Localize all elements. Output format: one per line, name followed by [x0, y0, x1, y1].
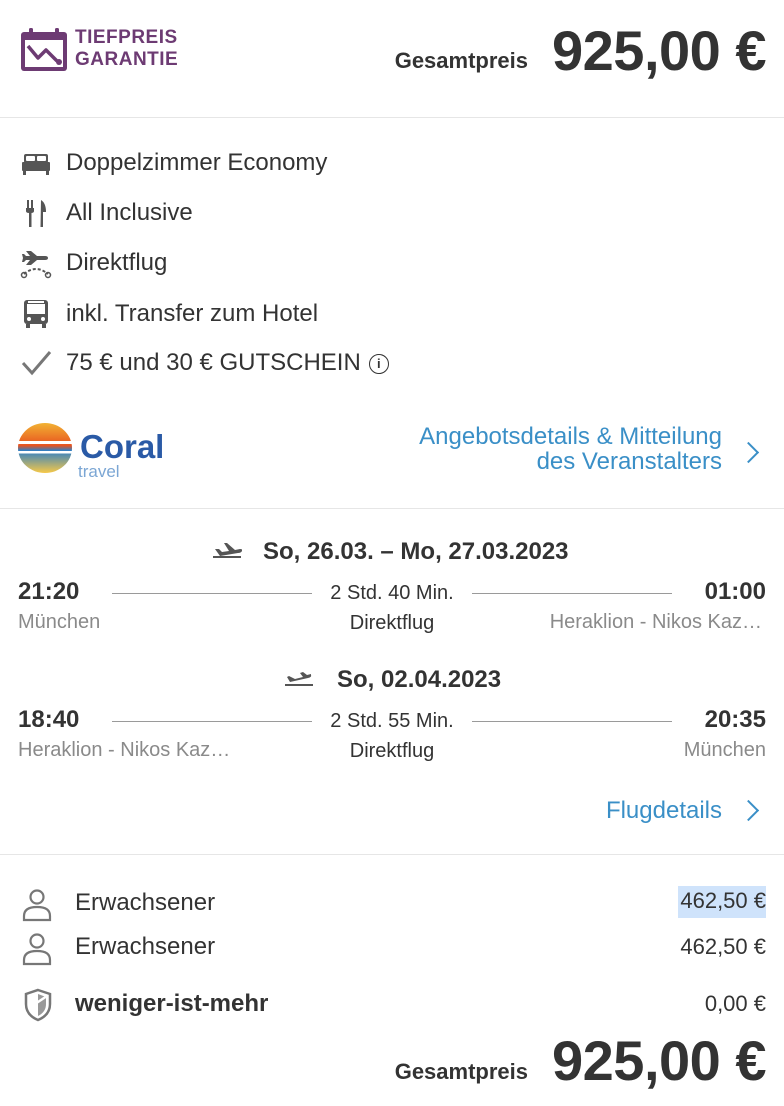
flight-details-link[interactable]: Flugdetails: [606, 797, 722, 825]
total-price-label: Gesamtpreis: [394, 48, 528, 73]
feature-room: Doppelzimmer Economy: [18, 145, 327, 181]
price-row-value: 462,50 €: [680, 934, 766, 959]
timeline: [112, 593, 312, 594]
feature-transfer-text: inkl. Transfer zum Hotel: [66, 300, 319, 327]
inbound-departure-time: 18:40: [18, 706, 80, 733]
outbound-duration: 2 Std. 40 Min.: [330, 582, 454, 604]
plane-return-icon: [284, 668, 314, 693]
info-icon[interactable]: i: [368, 354, 389, 374]
chevron-right-icon[interactable]: [737, 799, 760, 822]
price-row-label: Erwachsener: [75, 933, 216, 960]
checkmark-icon: [18, 345, 54, 381]
outbound-departure-time: 21:20: [18, 578, 80, 605]
feature-flight: Direktflug: [18, 245, 167, 281]
feature-voucher-text: 75 € und 30 € GUTSCHEIN: [66, 349, 361, 376]
divider: [0, 854, 784, 855]
operator-logo-name: Coral: [80, 428, 164, 465]
timeline: [472, 721, 672, 722]
inbound-date: So, 02.04.2023: [337, 666, 502, 693]
bus-icon: [18, 296, 54, 332]
feature-flight-text: Direktflug: [66, 249, 168, 276]
feature-board-text: All Inclusive: [66, 199, 193, 226]
feature-transfer: inkl. Transfer zum Hotel: [18, 296, 318, 332]
price-row-value: 0,00 €: [704, 991, 766, 1016]
outbound-arrival-airport: Heraklion - Nikos Kaz…: [549, 611, 762, 633]
operator-logo-sub: travel: [78, 462, 120, 480]
price-guarantee-icon: [20, 28, 68, 72]
outbound-arrival-time: 01:00: [704, 578, 766, 605]
inbound-arrival-time: 20:35: [704, 706, 766, 733]
price-guarantee-label: TIEFPREIS GARANTIE: [75, 27, 179, 70]
total-price-label: Gesamtpreis: [394, 1059, 528, 1084]
cutlery-icon: [18, 195, 54, 231]
price-row-value: 462,50 €: [678, 886, 766, 918]
total-price-value: 925,00 €: [552, 19, 766, 82]
plane-departure-icon: [212, 540, 243, 565]
offer-details-link[interactable]: Angebotsdetails & Mitteilung des Veranst…: [419, 424, 722, 474]
chevron-right-icon[interactable]: [737, 441, 760, 464]
price-row-label: weniger-ist-mehr: [75, 990, 269, 1017]
outbound-departure-airport: München: [18, 611, 101, 633]
inbound-flight-type: Direktflug: [349, 740, 435, 762]
total-price-value: 925,00 €: [552, 1029, 766, 1092]
shield-icon: [22, 988, 54, 1027]
inbound-duration: 2 Std. 55 Min.: [330, 710, 454, 732]
divider: [0, 117, 784, 118]
inbound-arrival-airport: München: [683, 739, 766, 761]
timeline: [472, 593, 672, 594]
person-icon: [22, 932, 52, 971]
feature-room-text: Doppelzimmer Economy: [66, 149, 328, 176]
inbound-departure-airport: Heraklion - Nikos Kaz…: [18, 739, 231, 761]
timeline: [112, 721, 312, 722]
divider: [0, 508, 784, 509]
outbound-flight-type: Direktflug: [349, 612, 435, 634]
outbound-date: So, 26.03. – Mo, 27.03.2023: [263, 538, 569, 565]
feature-voucher: 75 € und 30 € GUTSCHEIN i: [18, 345, 389, 381]
direct-flight-icon: [18, 245, 54, 281]
bed-icon: [18, 145, 54, 181]
person-icon: [22, 888, 52, 927]
operator-logo: Coral travel: [18, 420, 178, 481]
feature-board: All Inclusive: [18, 195, 193, 231]
price-row-label: Erwachsener: [75, 889, 216, 916]
